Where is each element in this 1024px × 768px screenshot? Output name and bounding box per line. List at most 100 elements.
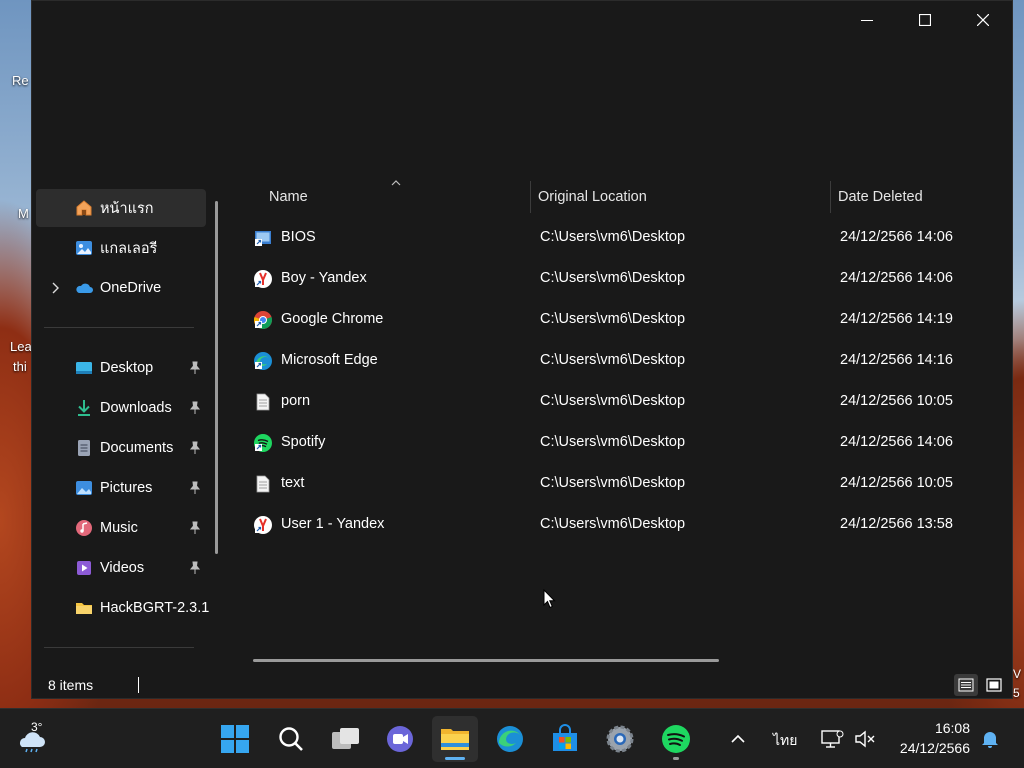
running-app-indicator [673, 757, 679, 760]
pin-icon[interactable] [188, 441, 202, 455]
nav-item-label: หน้าแรก [100, 200, 154, 217]
nav-item-pictures[interactable]: Pictures [36, 469, 206, 507]
nav-item-gallery[interactable]: แกลเลอรี [36, 229, 206, 267]
file-name: Google Chrome [281, 311, 384, 327]
file-explorer-button[interactable] [432, 716, 478, 762]
table-row[interactable]: BIOS C:\Users\vm6\Desktop 24/12/2566 14:… [229, 218, 1012, 259]
minimize-button[interactable] [838, 1, 896, 39]
start-button[interactable] [212, 716, 258, 762]
minimize-icon [861, 20, 873, 21]
nav-item-label: แกลเลอรี [100, 240, 158, 257]
status-bar: 8 items [32, 661, 1012, 699]
tiles-view-button[interactable] [982, 674, 1006, 696]
clock-date[interactable]: 24/12/2566 [880, 740, 970, 756]
desktop-icon-label[interactable]: M [18, 206, 29, 221]
column-header-name[interactable]: Name [269, 181, 308, 213]
nav-item-videos[interactable]: Videos [36, 549, 206, 587]
column-divider[interactable] [830, 181, 831, 213]
desktop-icon-label[interactable]: thi [13, 359, 27, 374]
downloads-folder-icon [78, 400, 90, 416]
table-row[interactable]: porn C:\Users\vm6\Desktop 24/12/2566 10:… [229, 382, 1012, 423]
store-icon [553, 724, 577, 751]
spotify-taskbar-button[interactable] [653, 716, 699, 762]
yandex-shortcut-icon [254, 516, 272, 534]
file-original-location: C:\Users\vm6\Desktop [540, 393, 686, 409]
yandex-shortcut-icon [254, 270, 272, 288]
notifications-button[interactable] [974, 716, 1006, 762]
pin-icon[interactable] [188, 521, 202, 535]
chevron-right-icon[interactable] [50, 282, 60, 294]
nav-item-downloads[interactable]: Downloads [36, 389, 206, 427]
table-row[interactable]: Boy - Yandex C:\Users\vm6\Desktop 24/12/… [229, 259, 1012, 300]
chat-button[interactable] [377, 716, 423, 762]
pin-icon[interactable] [188, 561, 202, 575]
edge-taskbar-button[interactable] [487, 716, 533, 762]
column-header-original-location[interactable]: Original Location [538, 181, 647, 213]
start-icon [221, 725, 249, 753]
nav-item-label: Pictures [100, 480, 153, 496]
column-divider[interactable] [530, 181, 531, 213]
table-row[interactable]: User 1 - Yandex C:\Users\vm6\Desktop 24/… [229, 505, 1012, 546]
nav-item-home[interactable]: หน้าแรก [36, 189, 206, 227]
music-folder-icon [76, 520, 92, 536]
status-separator [138, 677, 139, 693]
sort-ascending-icon [391, 180, 401, 186]
nav-item-music[interactable]: Music [36, 509, 206, 547]
table-row[interactable]: Microsoft Edge C:\Users\vm6\Desktop 24/1… [229, 341, 1012, 382]
file-explorer-icon [441, 729, 469, 750]
nav-item-label: Desktop [100, 360, 154, 376]
close-icon [977, 14, 989, 26]
file-date-deleted: 24/12/2566 14:16 [840, 352, 953, 368]
show-hidden-icons-button[interactable] [722, 716, 754, 762]
nav-divider [44, 647, 194, 648]
nav-scrollbar[interactable] [215, 201, 218, 554]
shortcut-icon [255, 231, 271, 246]
settings-button[interactable] [597, 716, 643, 762]
file-original-location: C:\Users\vm6\Desktop [540, 352, 686, 368]
file-original-location: C:\Users\vm6\Desktop [540, 311, 686, 327]
details-view-button[interactable] [954, 674, 978, 696]
active-app-indicator [445, 757, 465, 760]
table-row[interactable]: text C:\Users\vm6\Desktop 24/12/2566 10:… [229, 464, 1012, 505]
maximize-button[interactable] [896, 1, 954, 39]
nav-item-label: OneDrive [100, 280, 162, 296]
task-view-button[interactable] [323, 716, 369, 762]
input-language-indicator[interactable]: ไทย [773, 730, 797, 752]
desktop-icon-label[interactable]: Lea [10, 339, 32, 354]
pin-icon[interactable] [188, 401, 202, 415]
table-row[interactable]: Google Chrome C:\Users\vm6\Desktop 24/12… [229, 300, 1012, 341]
nav-item-desktop[interactable]: Desktop [36, 349, 206, 387]
table-row[interactable]: Spotify C:\Users\vm6\Desktop 24/12/2566 … [229, 423, 1012, 464]
close-button[interactable] [954, 1, 1012, 39]
search-button[interactable] [268, 716, 314, 762]
volume-muted-icon [855, 730, 875, 748]
file-original-location: C:\Users\vm6\Desktop [540, 516, 686, 532]
pictures-folder-icon [76, 481, 92, 495]
title-bar[interactable] [32, 1, 1012, 39]
pin-icon[interactable] [188, 481, 202, 495]
volume-button[interactable] [849, 716, 881, 762]
desktop-icon-label[interactable]: Re [12, 73, 29, 88]
toolbar-area [32, 39, 1012, 181]
network-icon [821, 730, 844, 748]
clock-time[interactable]: 16:08 [900, 720, 970, 736]
nav-item-onedrive[interactable]: OneDrive [36, 269, 206, 307]
maximize-icon [919, 14, 931, 26]
file-date-deleted: 24/12/2566 10:05 [840, 475, 953, 491]
spotify-icon [254, 434, 272, 452]
network-button[interactable] [815, 716, 849, 762]
pin-icon[interactable] [188, 361, 202, 375]
folder-icon [76, 603, 92, 614]
nav-item-label: Downloads [100, 400, 172, 416]
store-button[interactable] [542, 716, 588, 762]
large-icons-view-icon [986, 678, 1002, 692]
column-header-date-deleted[interactable]: Date Deleted [838, 181, 923, 213]
navigation-pane: หน้าแรก แกลเลอรี OneDrive Desktop Downlo… [32, 181, 227, 661]
nav-item-hackbgrt[interactable]: HackBGRT-2.3.1 [36, 589, 209, 627]
nav-item-documents[interactable]: Documents [36, 429, 206, 467]
nav-item-label: Videos [100, 560, 145, 576]
file-original-location: C:\Users\vm6\Desktop [540, 434, 686, 450]
edge-icon [254, 352, 272, 370]
file-original-location: C:\Users\vm6\Desktop [540, 229, 686, 245]
file-list: Name Original Location Date Deleted BIOS… [229, 180, 1012, 662]
